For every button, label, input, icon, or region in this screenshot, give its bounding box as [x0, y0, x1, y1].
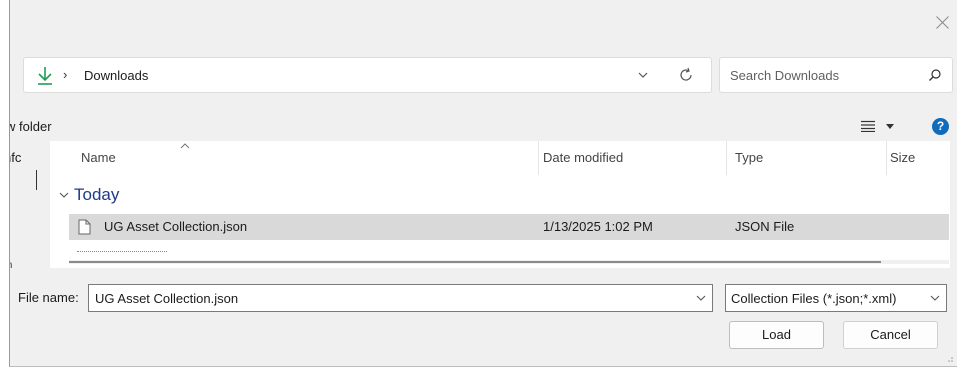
search-icon[interactable] [928, 68, 942, 82]
refresh-icon[interactable] [678, 67, 694, 83]
address-bar[interactable]: › Downloads [23, 57, 712, 93]
nav-scrollbar[interactable] [36, 170, 37, 190]
column-header-date-modified[interactable]: Date modified [543, 141, 623, 175]
list-item-partial [77, 251, 167, 253]
command-bar: w folder ? [10, 111, 957, 141]
search-box[interactable]: Search Downloads [719, 57, 953, 93]
breadcrumb-downloads[interactable]: Downloads [84, 68, 148, 83]
table-row[interactable]: UG Asset Collection.json 1/13/2025 1:02 … [69, 214, 949, 240]
cancel-button[interactable]: Cancel [843, 321, 938, 349]
downloads-arrow-icon [38, 67, 52, 85]
file-list: Name Date modified Type Size Today UG As… [50, 141, 950, 268]
file-name-value[interactable]: UG Asset Collection.json [95, 291, 238, 306]
chevron-down-icon[interactable] [930, 294, 940, 302]
view-options-dropdown-icon[interactable] [886, 124, 894, 129]
file-name-label: File name: [18, 290, 79, 305]
list-view-icon[interactable] [861, 120, 875, 132]
nav-item-label[interactable]: nfc [10, 150, 21, 165]
date-modified-cell: 1/13/2025 1:02 PM [543, 219, 653, 234]
column-header-size[interactable]: Size [890, 141, 915, 175]
title-bar [10, 0, 957, 44]
nav-item-label-bottom[interactable]: m [10, 260, 12, 271]
horizontal-scrollbar-thumb[interactable] [69, 261, 881, 263]
type-cell: JSON File [735, 219, 795, 234]
navigation-pane: nfc m [10, 143, 50, 271]
resize-grip-icon[interactable] [945, 354, 953, 362]
new-folder-button[interactable]: w folder [10, 119, 52, 134]
column-divider[interactable] [538, 141, 539, 175]
column-header-type[interactable]: Type [735, 141, 763, 175]
help-icon[interactable]: ? [932, 118, 949, 135]
column-divider[interactable] [726, 141, 727, 175]
file-icon [78, 219, 91, 235]
sort-ascending-icon [180, 143, 190, 149]
group-header-today[interactable]: Today [74, 185, 119, 205]
breadcrumb-separator: › [63, 67, 68, 82]
file-open-dialog: › Downloads Search Downloads w folder ? … [9, 0, 957, 367]
file-name-cell: UG Asset Collection.json [104, 219, 248, 234]
file-type-filter-select[interactable]: Collection Files (*.json;*.xml) [725, 284, 947, 312]
chevron-down-icon[interactable] [59, 191, 69, 199]
file-name-field[interactable]: UG Asset Collection.json [88, 284, 713, 312]
chevron-down-icon[interactable] [696, 294, 706, 302]
load-button[interactable]: Load [729, 321, 824, 349]
column-divider[interactable] [886, 141, 887, 175]
chevron-down-icon[interactable] [636, 68, 650, 82]
search-input[interactable]: Search Downloads [730, 68, 839, 83]
file-type-filter-value[interactable]: Collection Files (*.json;*.xml) [731, 291, 896, 306]
column-header-name[interactable]: Name [81, 141, 116, 175]
close-icon[interactable] [935, 14, 951, 30]
